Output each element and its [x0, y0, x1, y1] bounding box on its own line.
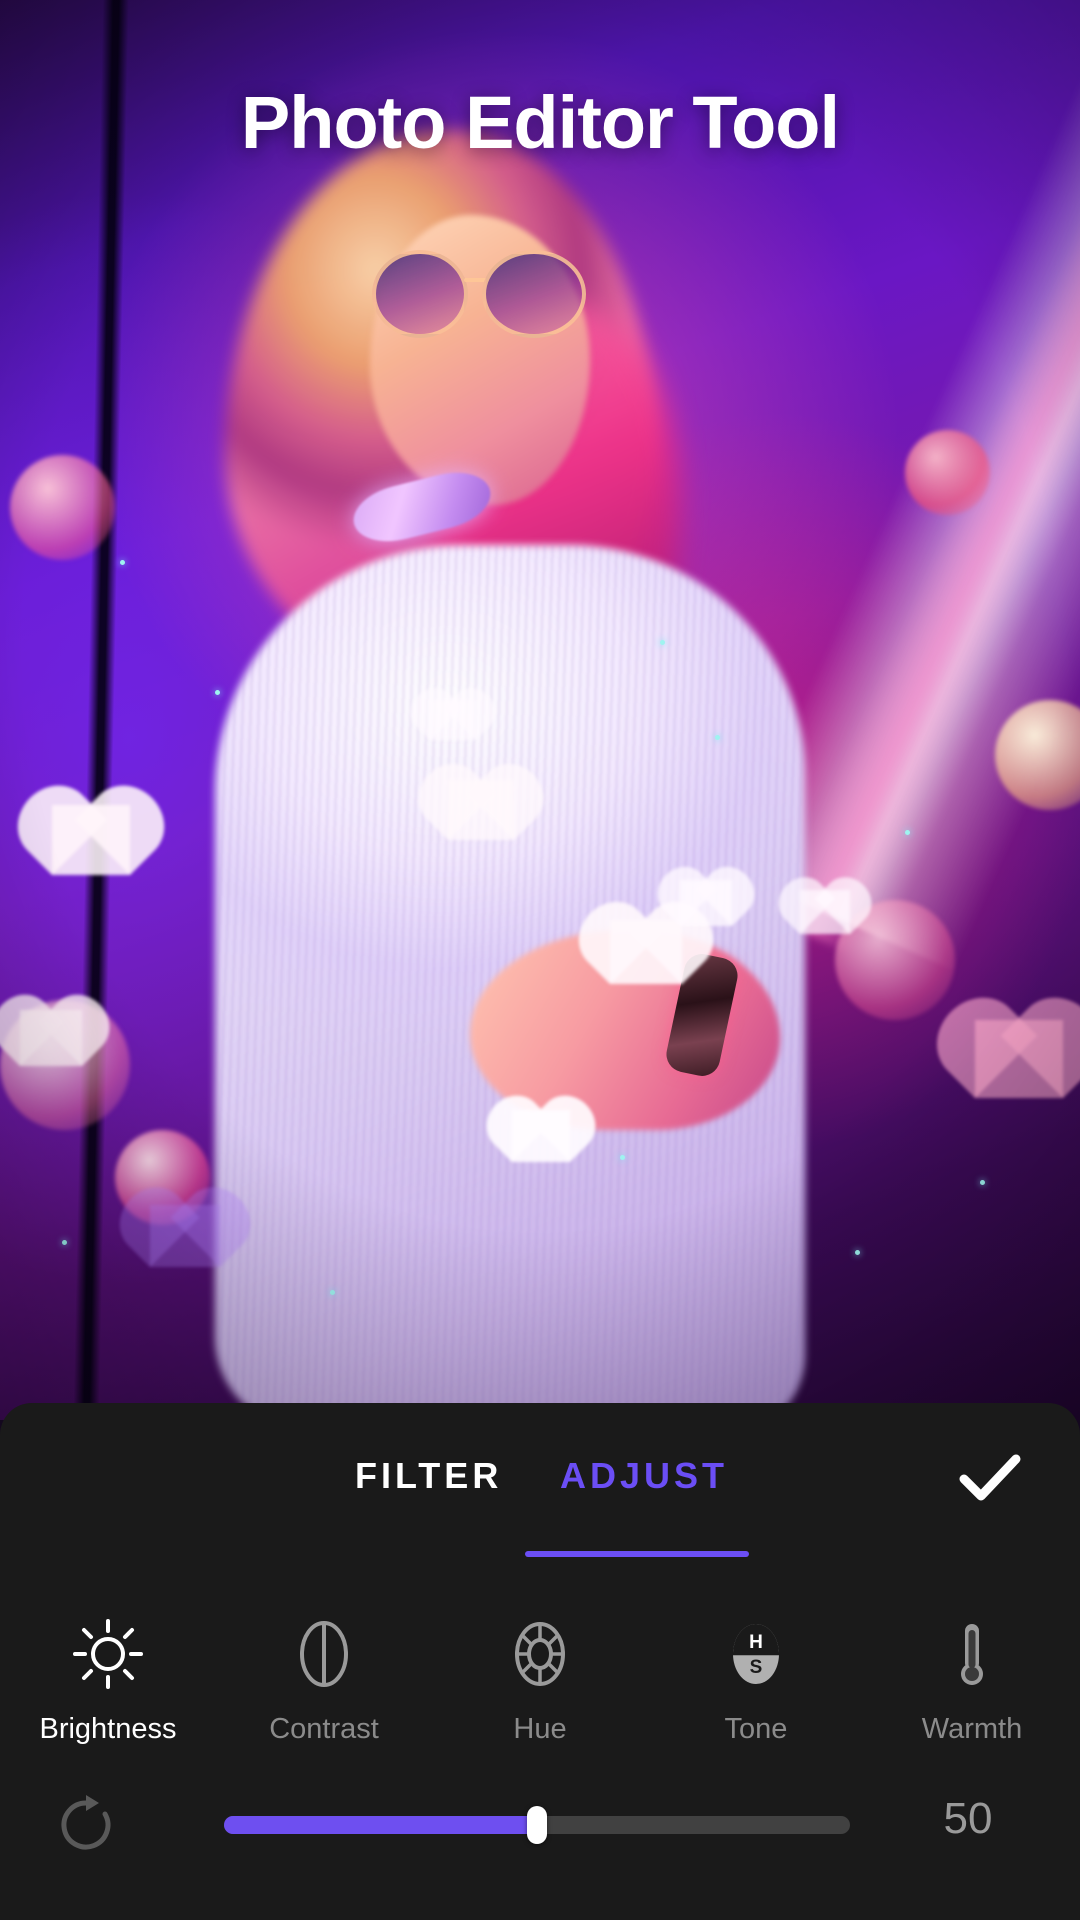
- brightness-sun-icon: [72, 1615, 144, 1693]
- tool-label: Hue: [513, 1713, 567, 1745]
- tool-brightness[interactable]: Brightness: [0, 1615, 216, 1746]
- reset-button[interactable]: [55, 1794, 117, 1856]
- tab-bar: FILTER ADJUST: [0, 1455, 1080, 1565]
- slider-thumb[interactable]: [527, 1806, 547, 1844]
- svg-text:H: H: [749, 1632, 763, 1653]
- tool-tone[interactable]: H S Tone: [648, 1615, 864, 1746]
- tool-warmth[interactable]: Warmth: [864, 1615, 1080, 1746]
- tab-filter[interactable]: FILTER: [355, 1455, 502, 1497]
- app-screen: Photo Editor Tool FILTER ADJUST Brightne…: [0, 0, 1080, 1920]
- adjust-slider[interactable]: [224, 1806, 850, 1844]
- tab-adjust[interactable]: ADJUST: [560, 1455, 728, 1497]
- page-title: Photo Editor Tool: [240, 81, 840, 164]
- warmth-thermometer-icon: [936, 1615, 1008, 1693]
- slider-fill: [224, 1816, 537, 1834]
- hue-wheel-icon: [504, 1615, 576, 1693]
- svg-text:S: S: [750, 1657, 763, 1678]
- photo-vignette: [0, 0, 1080, 1420]
- tool-label: Warmth: [921, 1713, 1023, 1745]
- tool-contrast[interactable]: Contrast: [216, 1615, 432, 1746]
- active-tab-indicator: [525, 1551, 749, 1557]
- contrast-circle-icon: [288, 1615, 360, 1693]
- confirm-button[interactable]: [952, 1439, 1028, 1515]
- tool-label: Brightness: [39, 1713, 177, 1745]
- tool-list: Brightness Contrast Hue H S Tone Warmth: [0, 1615, 1080, 1746]
- editor-panel: FILTER ADJUST Brightness Contrast Hue H …: [0, 1403, 1080, 1920]
- check-icon: [959, 1454, 1021, 1501]
- slider-value: 50: [943, 1794, 993, 1843]
- tool-hue[interactable]: Hue: [432, 1615, 648, 1746]
- photo-preview[interactable]: [0, 0, 1080, 1420]
- tool-label: Contrast: [269, 1713, 379, 1745]
- tone-hs-icon: H S: [720, 1615, 792, 1693]
- slider-row: 50: [0, 1780, 1080, 1870]
- tool-label: Tone: [724, 1713, 788, 1745]
- reset-rotate-icon: [61, 1795, 111, 1850]
